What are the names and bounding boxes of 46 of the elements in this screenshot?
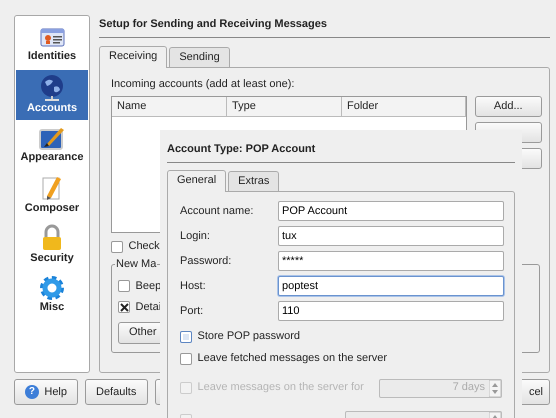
input-field[interactable]: POP Account	[278, 201, 504, 222]
paintbrush-icon	[38, 125, 66, 152]
dialog-title: Account Type: POP Account	[167, 140, 515, 164]
column-header[interactable]: Name	[112, 97, 227, 118]
sidebar-item[interactable]: Security	[16, 220, 88, 270]
field-label: Login:	[180, 230, 211, 243]
checkbox-label: Store POP password	[198, 330, 300, 344]
spin-arrows-icon[interactable]	[489, 380, 501, 397]
add-button[interactable]: Add...	[474, 96, 542, 118]
input-field[interactable]: 110	[278, 301, 504, 322]
checkbox[interactable]	[180, 352, 192, 365]
spin-value: 7 days	[452, 381, 486, 395]
sidebar-item[interactable]: Appearance	[16, 120, 88, 170]
tab[interactable]: Receiving	[99, 46, 168, 68]
sidebar-item[interactable]: Accounts	[16, 70, 88, 120]
checkbox[interactable]	[118, 301, 130, 314]
checkbox[interactable]	[118, 280, 130, 292]
checkbox-label: Beep	[136, 280, 162, 293]
checkbox[interactable]	[111, 240, 123, 253]
gear-icon	[39, 275, 65, 302]
globe-icon	[39, 74, 65, 102]
field-label: Password:	[180, 254, 232, 268]
field-label: Port:	[180, 304, 204, 318]
checkbox-label: Leave fetched messages on the server	[198, 352, 388, 366]
column-header[interactable]: Folder	[342, 97, 466, 118]
checkbox-label: Check	[128, 240, 160, 254]
padlock-icon	[40, 224, 64, 252]
sidebar-item[interactable]: Identities	[16, 20, 88, 70]
defaults-button[interactable]: Defaults	[85, 379, 148, 406]
input-field[interactable]: poptest	[278, 276, 504, 296]
column-header[interactable]: Type	[227, 97, 342, 118]
sidebar-item[interactable]: Misc	[16, 270, 88, 320]
section-label: Incoming accounts (add at least one):	[111, 78, 296, 92]
field-label: Account name:	[180, 204, 254, 218]
tab[interactable]: General	[167, 170, 226, 192]
input-field[interactable]: tux	[278, 226, 504, 246]
checkbox[interactable]	[180, 330, 192, 343]
tab[interactable]: Extras	[228, 171, 280, 192]
tab[interactable]: Sending	[169, 47, 230, 68]
field-label: Host:	[180, 280, 207, 293]
page-title: Setup for Sending and Receiving Messages	[99, 15, 550, 38]
help-button[interactable]: ? Help	[14, 379, 78, 406]
help-icon: ?	[25, 385, 39, 400]
sidebar-item[interactable]: Composer	[16, 170, 88, 220]
input-field[interactable]: *****	[278, 251, 504, 272]
checkbox-label: Leave messages on the server for	[198, 381, 364, 395]
